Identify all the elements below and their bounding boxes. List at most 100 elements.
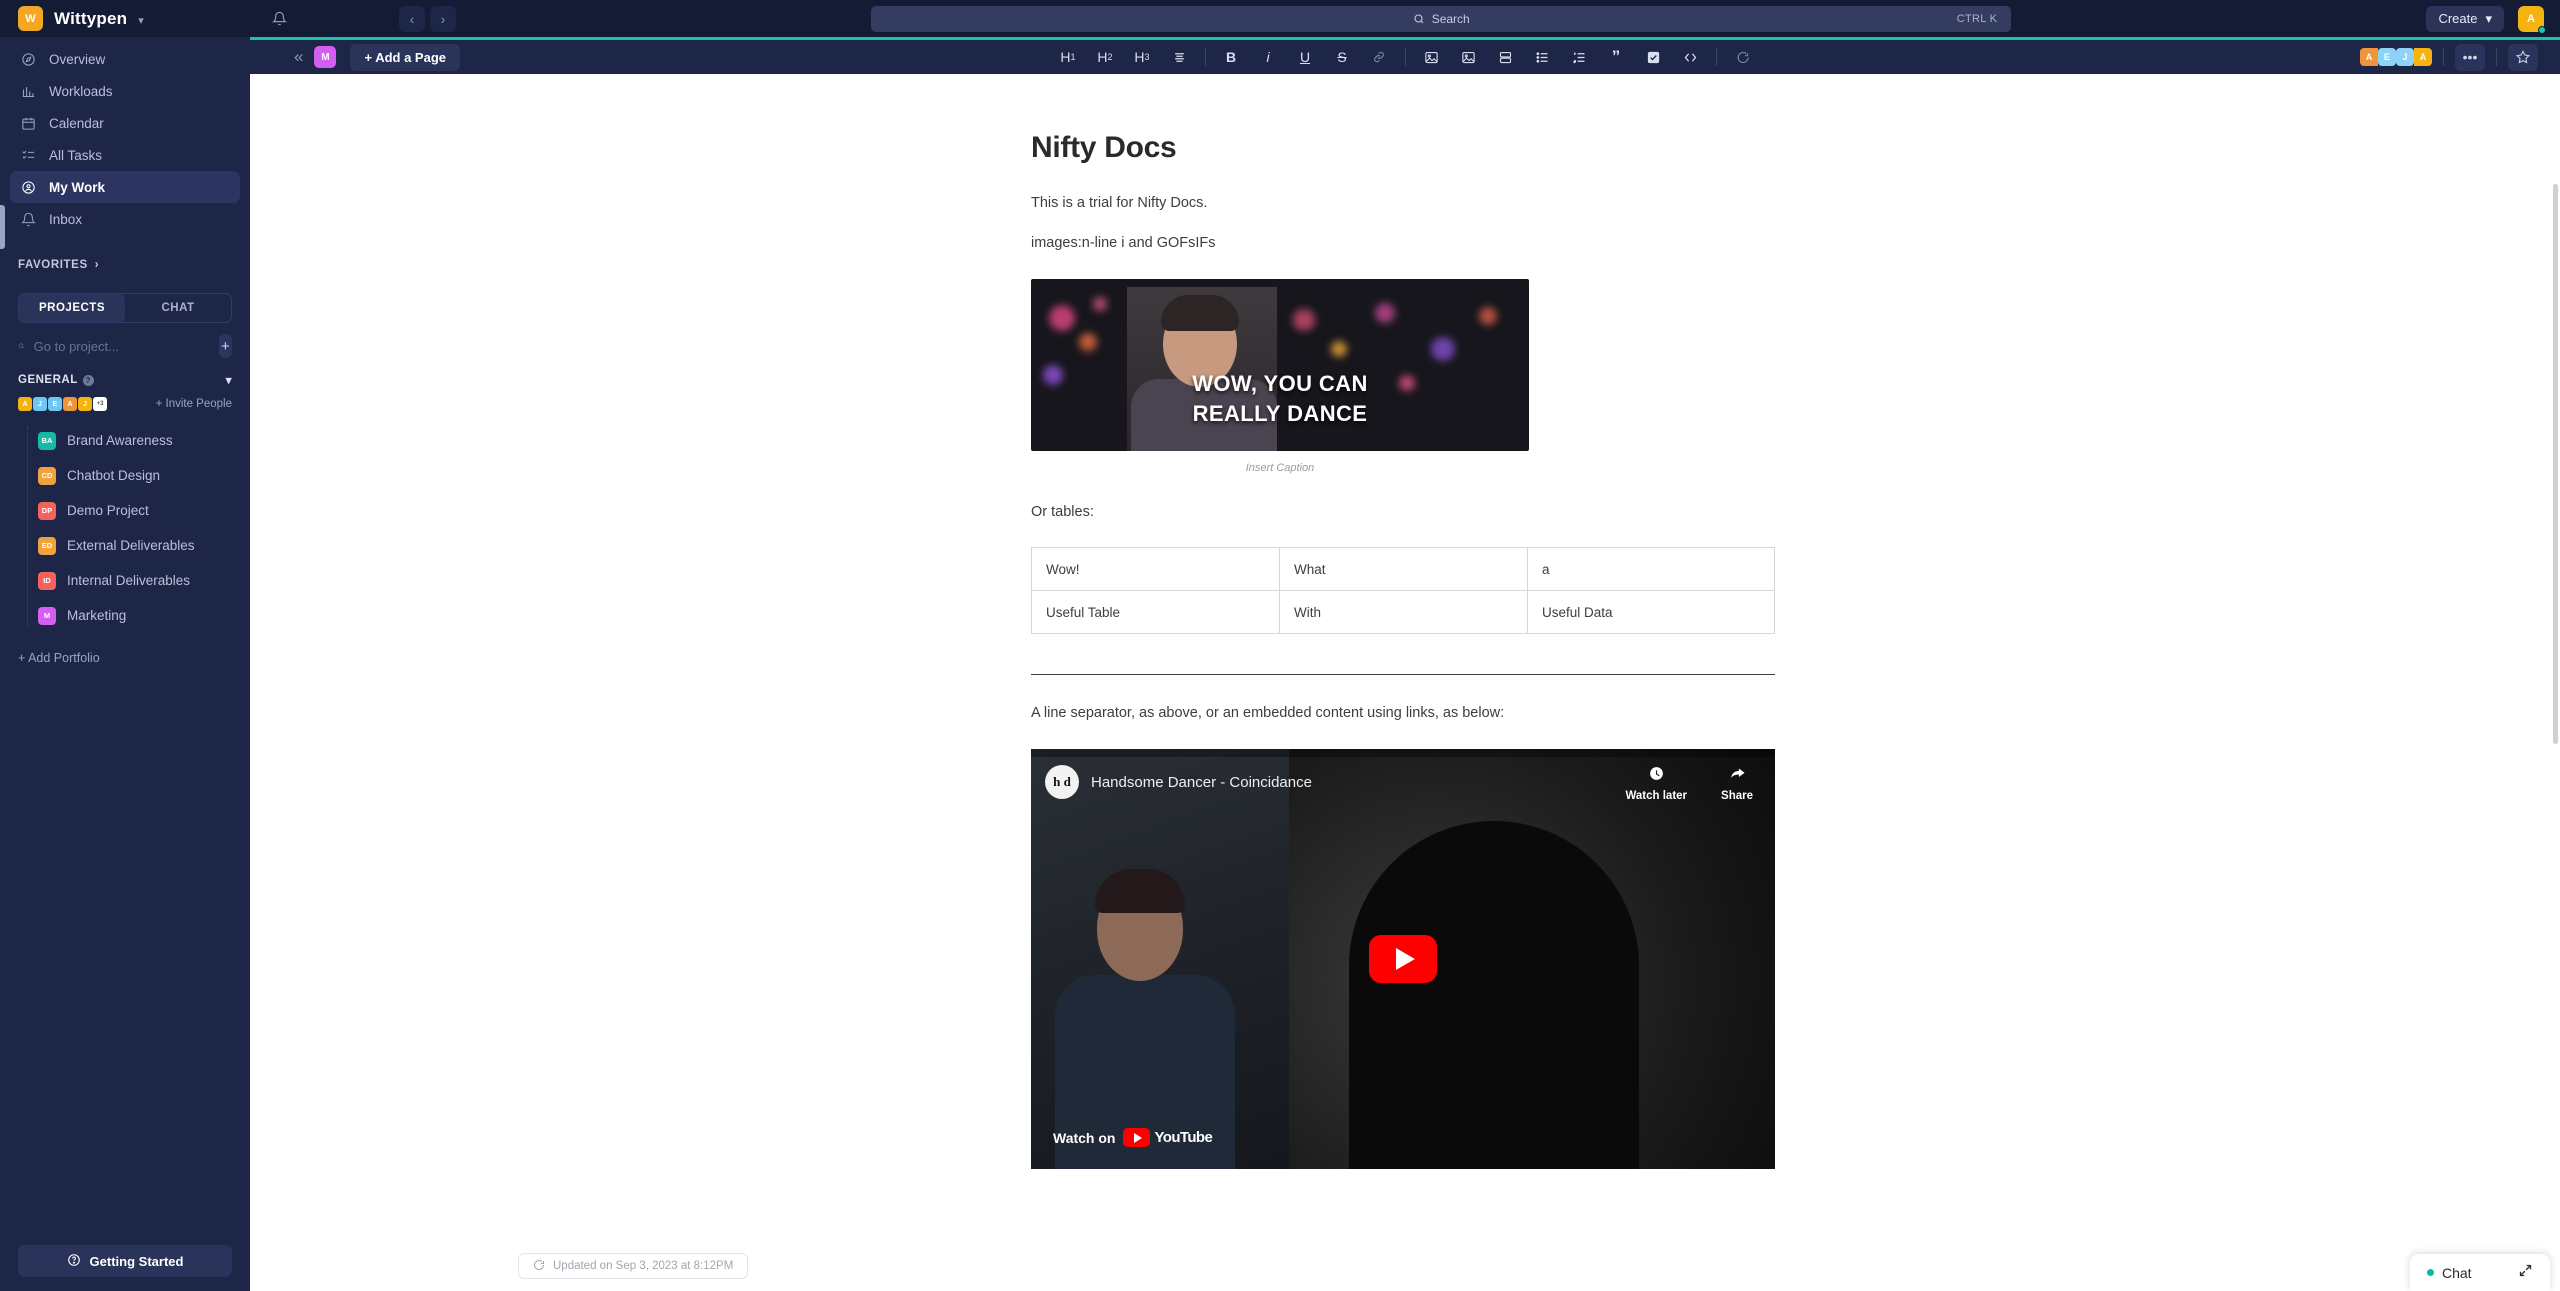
add-page-button[interactable]: + Add a Page	[350, 43, 460, 71]
video-title[interactable]: Handsome Dancer - Coincidance	[1091, 774, 1312, 791]
italic-button[interactable]: i	[1250, 42, 1287, 72]
layout-button[interactable]	[1487, 42, 1524, 72]
underline-button[interactable]: U	[1287, 42, 1324, 72]
sidebar-item-my-work[interactable]: My Work	[10, 171, 240, 203]
image-caption-input[interactable]: Insert Caption	[1031, 462, 1529, 474]
heading-2-button[interactable]: H2	[1087, 42, 1124, 72]
content-table[interactable]: Wow! What a Useful Table With Useful Dat…	[1031, 547, 1775, 635]
sidebar-item-calendar[interactable]: Calendar	[10, 107, 240, 139]
paragraph[interactable]: Or tables:	[1031, 502, 1779, 524]
paragraph[interactable]: images:n-line i and GOFsIFs	[1031, 233, 1779, 255]
project-label: Internal Deliverables	[67, 573, 191, 588]
link-button[interactable]	[1361, 42, 1398, 72]
table-cell[interactable]: Useful Data	[1527, 590, 1775, 635]
add-project-button[interactable]: +	[218, 334, 232, 358]
table-cell[interactable]: With	[1279, 590, 1528, 635]
paragraph[interactable]: A line separator, as above, or an embedd…	[1031, 703, 1779, 725]
project-item-demo-project[interactable]: DP Demo Project	[0, 493, 250, 528]
project-label: Chatbot Design	[67, 468, 161, 483]
sidebar-item-all-tasks[interactable]: All Tasks	[10, 139, 240, 171]
star-icon[interactable]	[2508, 43, 2538, 71]
channel-avatar[interactable]: h d	[1045, 765, 1079, 799]
checklist-icon	[20, 147, 36, 163]
embedded-gif[interactable]: WOW, YOU CAN REALLY DANCE	[1031, 278, 1529, 451]
header-divider	[2496, 48, 2497, 66]
share-arrow-icon	[1729, 765, 1746, 785]
table-cell[interactable]: Wow!	[1031, 547, 1280, 592]
tab-chat[interactable]: CHAT	[125, 294, 231, 322]
chevron-left-icon[interactable]: ‹	[399, 5, 425, 32]
quote-button[interactable]: ”	[1598, 42, 1635, 72]
status-online-indicator	[2538, 25, 2546, 34]
text-align-button[interactable]	[1161, 42, 1198, 72]
image-button[interactable]	[1413, 42, 1450, 72]
heading-1-button[interactable]: H1	[1050, 42, 1087, 72]
bullet-list-button[interactable]	[1524, 42, 1561, 72]
project-item-brand-awareness[interactable]: BA Brand Awareness	[0, 423, 250, 458]
watch-on-youtube-button[interactable]: Watch on YouTube	[1053, 1128, 1213, 1147]
collaborator-avatar-stack[interactable]: A E J A	[2360, 48, 2432, 66]
bokeh-light	[1079, 332, 1097, 351]
document-scroll-container[interactable]: Nifty Docs This is a trial for Nifty Doc…	[250, 74, 2560, 1291]
tab-projects[interactable]: PROJECTS	[19, 294, 125, 322]
vertical-scrollbar[interactable]	[2553, 184, 2558, 744]
workspace-switcher[interactable]: W Wittypen ▾	[0, 6, 250, 31]
bokeh-light	[1331, 340, 1347, 357]
invite-people-button[interactable]: + Invite People	[156, 398, 232, 410]
notifications-bell-icon[interactable]	[272, 11, 287, 26]
sidebar-item-label: My Work	[49, 179, 106, 195]
project-item-internal-deliverables[interactable]: ID Internal Deliverables	[0, 563, 250, 598]
play-button-icon[interactable]	[1369, 935, 1437, 983]
getting-started-button[interactable]: Getting Started	[18, 1245, 232, 1277]
project-label: Marketing	[67, 608, 127, 623]
project-item-chatbot-design[interactable]: CD Chatbot Design	[0, 458, 250, 493]
paragraph[interactable]: This is a trial for Nifty Docs.	[1031, 193, 1779, 215]
project-label: Brand Awareness	[67, 433, 173, 448]
share-button[interactable]: Share	[1721, 765, 1753, 802]
page-title[interactable]: Nifty Docs	[1031, 131, 1779, 165]
strikethrough-button[interactable]: S	[1324, 42, 1361, 72]
sidebar-collapse-handle[interactable]	[0, 205, 5, 249]
double-chevron-left-icon[interactable]: «	[294, 47, 304, 67]
create-button[interactable]: Create ▾	[2426, 5, 2504, 32]
video-title-row[interactable]: h d Handsome Dancer - Coincidance	[1045, 765, 1312, 799]
youtube-logo-mark	[1123, 1128, 1151, 1147]
heading-3-button[interactable]: H3	[1124, 42, 1161, 72]
table-cell[interactable]: What	[1279, 547, 1528, 592]
member-avatar-stack[interactable]: A J E A J +3	[18, 397, 108, 411]
project-item-marketing[interactable]: M Marketing	[0, 598, 250, 633]
search-container: Search CTRL K	[456, 5, 2426, 32]
checkbox-button[interactable]	[1635, 42, 1672, 72]
more-options-button[interactable]: •••	[2455, 43, 2485, 71]
table-cell[interactable]: Useful Table	[1031, 590, 1280, 635]
help-icon[interactable]: ?	[82, 375, 94, 386]
project-group-header[interactable]: GENERAL? ▾	[18, 373, 232, 387]
avatar[interactable]: A	[2518, 5, 2546, 34]
chat-widget[interactable]: Chat	[2410, 1254, 2550, 1291]
project-item-external-deliverables[interactable]: ED External Deliverables	[0, 528, 250, 563]
embedded-youtube-video[interactable]: h d Handsome Dancer - Coincidance Watch …	[1031, 749, 1775, 1169]
page-badge[interactable]: M	[314, 46, 337, 68]
embed-image-button[interactable]	[1450, 42, 1487, 72]
bold-button[interactable]: B	[1213, 42, 1250, 72]
chevron-down-icon[interactable]: ▾	[138, 14, 144, 27]
search-input[interactable]: Search CTRL K	[871, 5, 2012, 32]
comment-button[interactable]	[1724, 42, 1761, 72]
table-row[interactable]: Useful Table With Useful Data	[1031, 590, 1775, 635]
project-search-input[interactable]	[33, 338, 210, 354]
code-button[interactable]	[1672, 42, 1709, 72]
watch-later-button[interactable]: Watch later	[1625, 765, 1687, 802]
add-portfolio-button[interactable]: + Add Portfolio	[18, 651, 250, 665]
table-row[interactable]: Wow! What a	[1031, 547, 1775, 592]
chevron-down-icon[interactable]: ▾	[226, 373, 232, 387]
expand-diagonal-icon[interactable]	[2518, 1263, 2533, 1283]
sidebar-item-inbox[interactable]: Inbox	[10, 203, 240, 235]
chevron-right-icon[interactable]: ›	[430, 5, 456, 32]
table-cell[interactable]: a	[1527, 547, 1775, 592]
favorites-section-header[interactable]: FAVORITES ›	[18, 259, 250, 271]
numbered-list-button[interactable]	[1561, 42, 1598, 72]
sidebar-item-workloads[interactable]: Workloads	[10, 75, 240, 107]
sidebar: Overview Workloads Calendar All Tasks My…	[0, 37, 250, 1291]
sidebar-item-overview[interactable]: Overview	[10, 43, 240, 75]
video-top-gradient	[1031, 749, 1775, 757]
